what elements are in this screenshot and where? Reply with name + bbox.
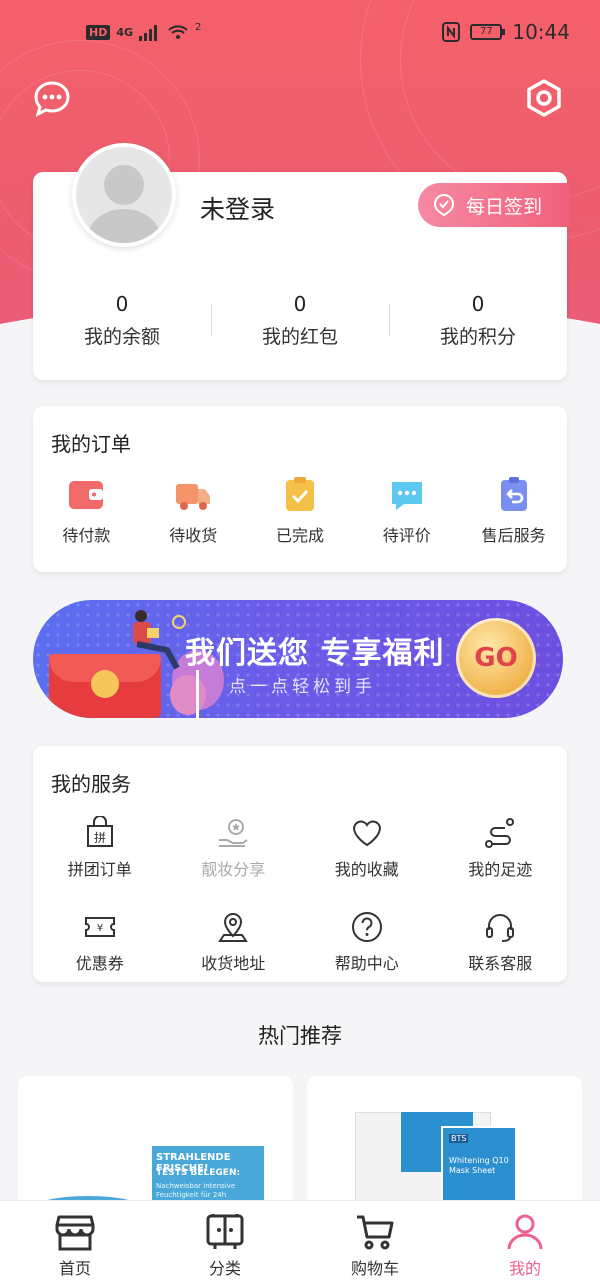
coupon-icon: ¥ <box>84 917 115 937</box>
services-card: 我的服务 拼 拼团订单 靓妆分享 我的收藏 我的足迹 ¥ 优惠券 收货地址 帮助… <box>33 746 567 982</box>
stat-value: 0 <box>115 292 129 316</box>
service-footprints[interactable]: 我的足迹 <box>434 816 568 880</box>
checkin-icon <box>433 193 455 217</box>
services-title: 我的服务 <box>51 772 131 796</box>
product-brand: BTS <box>449 1134 469 1143</box>
order-label: 待评价 <box>382 526 431 545</box>
service-label: 我的收藏 <box>334 860 399 879</box>
wifi-icon <box>168 25 188 39</box>
stat-points[interactable]: 0 我的积分 <box>389 292 567 349</box>
order-after-sales[interactable]: 售后服务 <box>460 476 567 546</box>
stat-value: 0 <box>471 292 485 316</box>
order-to-review[interactable]: 待评价 <box>353 476 460 546</box>
category-icon <box>206 1214 244 1249</box>
service-favorites[interactable]: 我的收藏 <box>300 816 434 880</box>
network-label: 4G <box>116 25 134 39</box>
service-group-orders[interactable]: 拼 拼团订单 <box>33 816 167 880</box>
tab-label: 购物车 <box>350 1259 399 1278</box>
stat-label: 我的积分 <box>439 326 516 348</box>
service-help-center[interactable]: 帮助中心 <box>300 910 434 974</box>
heart-icon <box>352 820 381 847</box>
comment-icon <box>391 482 422 510</box>
tab-label: 分类 <box>208 1259 241 1278</box>
stat-balance[interactable]: 0 我的余额 <box>33 292 211 349</box>
orders-card: 我的订单 待付款 待收货 已完成 待评价 售后服务 <box>33 406 567 572</box>
daily-checkin-button[interactable]: 每日签到 <box>418 183 570 227</box>
return-icon <box>500 477 527 511</box>
clock: 10:44 <box>512 20 570 44</box>
order-label: 售后服务 <box>481 526 546 545</box>
service-label: 我的足迹 <box>468 860 533 879</box>
wifi-label: 2 <box>195 21 202 33</box>
service-label: 靓妆分享 <box>201 860 266 879</box>
service-label: 帮助中心 <box>334 954 399 973</box>
product-box-sub: TESTS BELEGEN: <box>156 1168 241 1178</box>
banner-sub-text: 点一点轻松到手 <box>229 677 376 697</box>
hot-section-title: 热门推荐 <box>258 1024 342 1048</box>
avatar[interactable] <box>72 143 176 247</box>
gear-icon <box>527 79 561 117</box>
headset-icon <box>486 914 515 942</box>
stat-label: 我的余额 <box>83 326 160 348</box>
service-label: 优惠券 <box>75 954 124 973</box>
tab-cart[interactable]: 购物车 <box>300 1201 450 1283</box>
svg-text:拼: 拼 <box>94 831 106 845</box>
service-makeup-share[interactable]: 靓妆分享 <box>167 816 301 880</box>
tab-category[interactable]: 分类 <box>150 1201 300 1283</box>
promo-banner[interactable]: 我们送您 专享福利 点一点轻松到手 GO <box>33 600 563 718</box>
go-button[interactable]: GO <box>456 618 536 698</box>
stat-red-packet[interactable]: 0 我的红包 <box>211 292 389 349</box>
share-hand-icon <box>219 819 248 847</box>
product-card[interactable]: STRAHLENDE FRISCHE! TESTS BELEGEN: Nachw… <box>18 1076 293 1216</box>
shop-icon <box>55 1215 95 1251</box>
service-address[interactable]: 收货地址 <box>167 910 301 974</box>
group-bag-icon: 拼 <box>86 816 113 847</box>
nfc-icon <box>442 22 461 42</box>
message-button[interactable] <box>32 78 72 118</box>
order-label: 已完成 <box>275 526 324 545</box>
question-icon <box>351 912 382 942</box>
stat-value: 0 <box>293 292 307 316</box>
reading-person-illustration <box>133 610 186 670</box>
wallet-icon <box>69 481 104 509</box>
hd-badge: HD <box>86 24 111 40</box>
service-label: 收货地址 <box>201 954 266 973</box>
tab-mine[interactable]: 我的 <box>450 1201 600 1283</box>
checkin-label: 每日签到 <box>466 195 543 218</box>
orders-title: 我的订单 <box>51 432 131 456</box>
order-completed[interactable]: 已完成 <box>247 476 354 546</box>
signal-icon <box>139 25 158 41</box>
tab-home[interactable]: 首页 <box>0 1201 150 1283</box>
user-stats: 0 我的余额 0 我的红包 0 我的积分 <box>33 292 567 349</box>
bottom-tab-bar: 首页 分类 购物车 我的 <box>0 1200 600 1283</box>
clipboard-check-icon <box>285 477 314 511</box>
order-pending-payment[interactable]: 待付款 <box>33 476 140 546</box>
order-label: 待收货 <box>169 526 218 545</box>
stat-label: 我的红包 <box>261 326 338 348</box>
product-box-text: Whitening Q10 Mask Sheet <box>449 1156 509 1175</box>
settings-button[interactable] <box>524 78 564 118</box>
banner-main-text: 我们送您 专享福利 <box>185 636 445 671</box>
service-label: 拼团订单 <box>67 860 132 879</box>
order-label: 待付款 <box>62 526 111 545</box>
tab-label: 首页 <box>58 1259 91 1278</box>
person-icon <box>507 1214 543 1250</box>
tab-label: 我的 <box>508 1259 541 1278</box>
location-pin-icon <box>218 913 249 942</box>
order-pending-receipt[interactable]: 待收货 <box>140 476 247 546</box>
chat-bubble-icon <box>34 81 70 117</box>
footprint-path-icon <box>485 818 515 848</box>
svg-text:¥: ¥ <box>97 923 103 934</box>
product-box-text: Nachweisbar intensive Feuchtigkeit für 2… <box>156 1182 236 1199</box>
service-customer-support[interactable]: 联系客服 <box>434 910 568 974</box>
truck-icon <box>176 484 211 510</box>
status-bar: HD 4G 2 77 10:44 <box>0 18 600 52</box>
username[interactable]: 未登录 <box>200 190 275 226</box>
battery-indicator: 77 <box>470 24 506 40</box>
service-coupons[interactable]: ¥ 优惠券 <box>33 910 167 974</box>
cart-icon <box>357 1215 394 1250</box>
service-label: 联系客服 <box>468 954 533 973</box>
product-card[interactable]: BTS Whitening Q10 Mask Sheet <box>307 1076 582 1216</box>
